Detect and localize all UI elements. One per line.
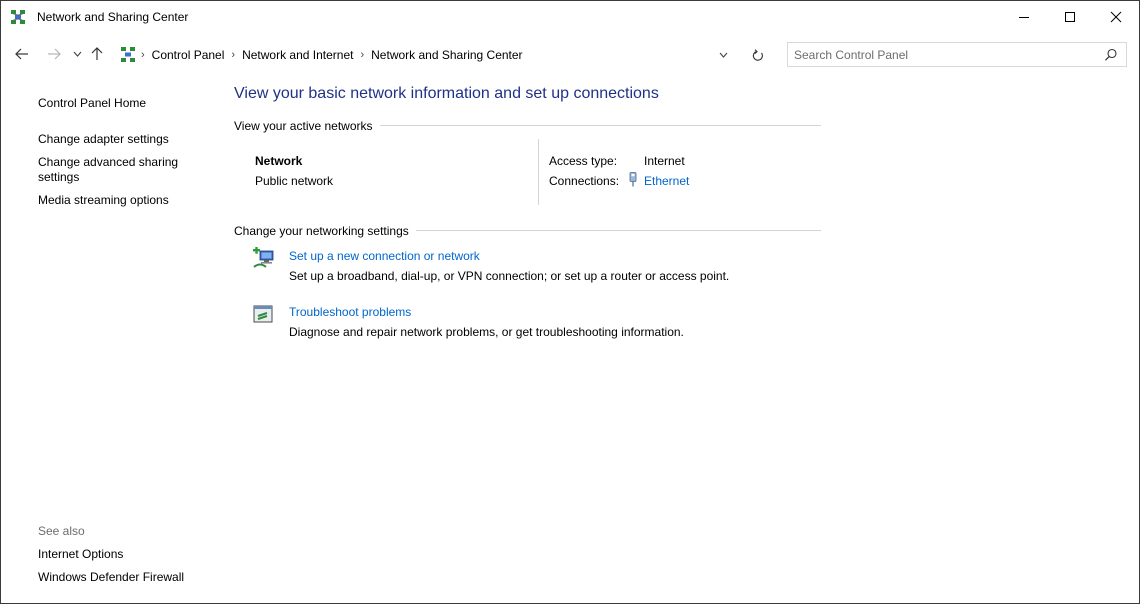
breadcrumb-separator: › — [141, 49, 145, 61]
search-box[interactable] — [787, 42, 1127, 67]
back-button[interactable] — [13, 46, 31, 62]
breadcrumb-separator: › — [360, 49, 365, 61]
section-divider — [379, 125, 821, 126]
sidebar-link-internet-options[interactable]: Internet Options — [38, 547, 123, 562]
title-bar: Network and Sharing Center — [1, 1, 1139, 33]
troubleshoot-problems-link[interactable]: Troubleshoot problems — [289, 305, 411, 319]
recent-locations-button[interactable] — [68, 46, 86, 62]
troubleshoot-icon — [253, 305, 273, 323]
network-profile-type: Public network — [255, 174, 334, 188]
active-networks-heading: View your active networks — [234, 118, 373, 133]
network-sharing-center-window: Network and Sharing Center › Control Pan… — [0, 0, 1140, 604]
navigation-bar: › Control Panel › Network and Internet ›… — [1, 37, 1139, 71]
page-title: View your basic network information and … — [234, 85, 659, 102]
maximize-icon — [1065, 12, 1075, 22]
forward-button[interactable] — [45, 46, 63, 62]
breadcrumb-network-sharing-center[interactable]: Network and Sharing Center — [371, 48, 522, 62]
network-center-icon — [121, 47, 135, 62]
change-settings-section-header: Change your networking settings — [234, 223, 821, 238]
sidebar-link-change-advanced-sharing[interactable]: Change advanced sharing settings — [38, 155, 198, 185]
setup-new-connection-description: Set up a broadband, dial-up, or VPN conn… — [289, 269, 730, 283]
network-name: Network — [255, 154, 303, 168]
minimize-icon — [1019, 17, 1029, 18]
close-icon — [1110, 11, 1122, 23]
maximize-button[interactable] — [1047, 1, 1093, 33]
sidebar-link-change-adapter-settings[interactable]: Change adapter settings — [38, 132, 169, 147]
new-connection-icon — [253, 247, 274, 268]
breadcrumb-control-panel[interactable]: Control Panel — [152, 48, 225, 62]
up-button[interactable] — [88, 46, 106, 62]
search-input[interactable] — [794, 47, 1094, 63]
ethernet-icon — [629, 172, 637, 187]
arrow-up-icon — [91, 47, 103, 60]
address-bar[interactable]: › Control Panel › Network and Internet ›… — [114, 43, 779, 68]
active-networks-section-header: View your active networks — [234, 118, 821, 133]
sidebar-link-control-panel-home[interactable]: Control Panel Home — [38, 96, 146, 111]
refresh-button[interactable] — [749, 47, 767, 63]
address-history-button[interactable] — [715, 48, 731, 62]
refresh-icon — [752, 48, 763, 61]
connections-label: Connections: — [549, 174, 620, 188]
chevron-down-icon — [719, 52, 727, 58]
chevron-down-icon — [73, 51, 81, 57]
left-task-pane: Control Panel Home Change adapter settin… — [1, 71, 215, 601]
search-icon[interactable] — [1104, 48, 1118, 62]
access-type-label: Access type: — [549, 154, 618, 168]
close-button[interactable] — [1093, 1, 1139, 33]
breadcrumb: › Control Panel › Network and Internet ›… — [141, 48, 523, 62]
arrow-left-icon — [15, 48, 28, 60]
network-center-icon — [11, 10, 25, 24]
ethernet-connection-link[interactable]: Ethernet — [644, 174, 689, 188]
setup-new-connection-link[interactable]: Set up a new connection or network — [289, 249, 480, 263]
sidebar-link-windows-defender-firewall[interactable]: Windows Defender Firewall — [38, 570, 184, 585]
window-title: Network and Sharing Center — [37, 10, 189, 24]
troubleshoot-problems-description: Diagnose and repair network problems, or… — [289, 325, 684, 339]
minimize-button[interactable] — [1001, 1, 1047, 33]
access-type-value: Internet — [644, 154, 685, 168]
sidebar-link-media-streaming[interactable]: Media streaming options — [38, 193, 169, 208]
breadcrumb-separator: › — [231, 49, 236, 61]
section-divider — [415, 230, 821, 231]
arrow-right-icon — [48, 48, 61, 60]
change-settings-heading: Change your networking settings — [234, 223, 409, 238]
see-also-heading: See also — [38, 524, 85, 538]
network-info-divider — [538, 139, 539, 205]
breadcrumb-network-and-internet[interactable]: Network and Internet — [242, 48, 353, 62]
